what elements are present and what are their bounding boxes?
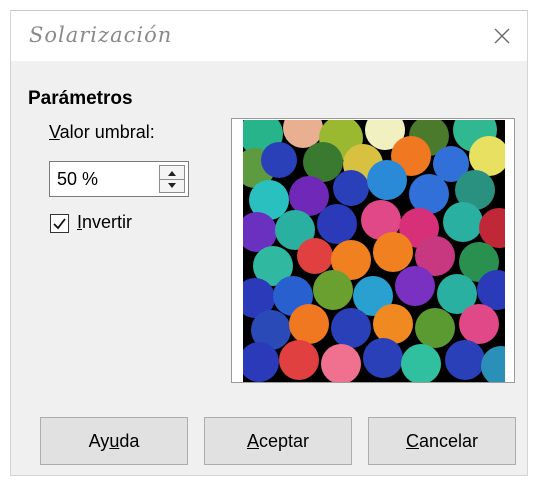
- arrow-down-icon: [168, 183, 176, 188]
- help-button-text-end: da: [119, 431, 140, 451]
- checkmark-icon: [53, 218, 66, 230]
- threshold-label: Valor umbral:: [49, 122, 155, 143]
- cancel-button[interactable]: Cancelar: [368, 417, 516, 465]
- threshold-label-text: alor umbral:: [59, 122, 155, 142]
- solarization-dialog: Solarización Parámetros Valor umbral: 50…: [10, 10, 528, 476]
- threshold-spinbox[interactable]: [49, 161, 189, 197]
- spin-down-button[interactable]: [160, 179, 184, 192]
- ok-button-text-end: ceptar: [258, 431, 310, 451]
- help-button-mnemonic: u: [109, 431, 120, 451]
- close-button[interactable]: [487, 21, 517, 51]
- arrow-up-icon: [168, 171, 176, 176]
- help-button[interactable]: Ayuda: [40, 417, 188, 465]
- cancel-button-mnemonic: C: [405, 431, 419, 451]
- threshold-label-mnemonic: V: [49, 122, 60, 142]
- parameters-heading: Parámetros: [28, 88, 133, 109]
- dialog-title: Solarización: [29, 23, 173, 47]
- help-button-text-start: Ay: [88, 431, 110, 451]
- spin-buttons: [159, 165, 185, 193]
- preview-frame: [231, 118, 515, 383]
- solarized-preview-image: [243, 120, 505, 382]
- ok-button-mnemonic: A: [246, 431, 259, 451]
- title-bar: Solarización: [11, 11, 527, 61]
- invert-label-text: nvertir: [82, 212, 133, 232]
- invert-label: Invertir: [77, 212, 132, 233]
- invert-checkbox[interactable]: [50, 214, 69, 233]
- threshold-input[interactable]: [57, 169, 147, 190]
- ok-button[interactable]: Aceptar: [204, 417, 352, 465]
- cancel-button-text-end: ancelar: [418, 431, 479, 451]
- spin-up-button[interactable]: [160, 166, 184, 180]
- close-icon: [494, 28, 510, 44]
